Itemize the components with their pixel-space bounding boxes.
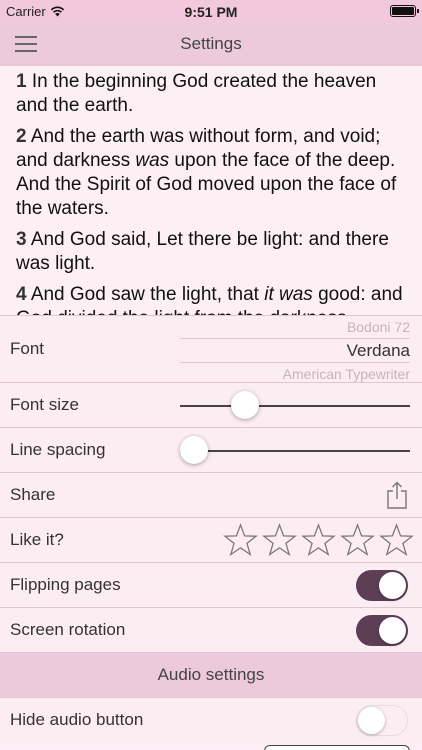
share-icon[interactable] (386, 481, 408, 509)
verse: 4 And God saw the light, that it was goo… (16, 283, 406, 315)
font-label: Font (10, 339, 45, 358)
flipping-pages-label: Flipping pages (10, 575, 121, 594)
font-size-slider[interactable] (180, 391, 410, 419)
font-picker[interactable]: Bodoni 72 Verdana American Typewriter (180, 316, 410, 382)
share-row[interactable]: Share (0, 472, 422, 517)
screen-rotation-label: Screen rotation (10, 620, 126, 639)
like-label: Like it? (10, 530, 64, 549)
font-row: Font Bodoni 72 Verdana American Typewrit… (0, 315, 422, 382)
menu-icon[interactable] (15, 36, 37, 52)
screen-rotation-row: Screen rotation (0, 607, 422, 652)
like-row: Like it? (0, 517, 422, 562)
line-spacing-label: Line spacing (10, 440, 106, 459)
verse-number: 2 (16, 126, 27, 147)
font-option-selected[interactable]: Verdana (180, 338, 410, 363)
verse-text: In the beginning God created the heaven … (16, 71, 377, 116)
verse-italic-text: it was (264, 284, 313, 305)
verse-number: 1 (16, 71, 27, 92)
status-bar: Carrier 9:51 PM (0, 0, 422, 22)
font-size-row: Font size (0, 382, 422, 427)
status-time: 9:51 PM (184, 4, 238, 20)
line-spacing-row: Line spacing (0, 427, 422, 472)
settings-list: Font Bodoni 72 Verdana American Typewrit… (0, 315, 422, 742)
battery-icon (390, 5, 419, 17)
next-control-edge[interactable] (264, 745, 410, 750)
hide-audio-toggle[interactable] (356, 705, 408, 736)
font-option-prev[interactable]: Bodoni 72 (347, 319, 410, 335)
share-label: Share (10, 485, 56, 504)
line-spacing-slider-knob[interactable] (180, 436, 208, 464)
verse: 2 And the earth was without form, and vo… (16, 125, 406, 221)
hide-audio-row: Hide audio button (0, 697, 422, 742)
flipping-pages-row: Flipping pages (0, 562, 422, 607)
hide-audio-label: Hide audio button (10, 710, 144, 729)
screen-rotation-toggle[interactable] (356, 615, 408, 646)
verse-italic-text: was (135, 150, 170, 171)
audio-settings-header: Audio settings (0, 652, 422, 697)
verse-number: 3 (16, 229, 27, 250)
font-option-next[interactable]: American Typewriter (283, 366, 410, 382)
scripture-preview: 1 In the beginning God created the heave… (0, 66, 422, 315)
verse: 3 And God said, Let there be light: and … (16, 228, 406, 276)
font-size-label: Font size (10, 395, 79, 414)
star-icon[interactable] (379, 523, 414, 558)
star-rating[interactable] (223, 523, 414, 558)
verse: 1 In the beginning God created the heave… (16, 70, 406, 118)
verse-text: And God saw the light, that (30, 284, 265, 305)
star-icon[interactable] (262, 523, 297, 558)
verse-text: And God said, Let there be light: and th… (16, 229, 389, 274)
star-icon[interactable] (340, 523, 375, 558)
flipping-pages-toggle[interactable] (356, 570, 408, 601)
font-size-slider-knob[interactable] (230, 391, 259, 419)
star-icon[interactable] (223, 523, 258, 558)
nav-bar: Settings (0, 22, 422, 66)
star-icon[interactable] (301, 523, 336, 558)
line-spacing-slider[interactable] (180, 436, 410, 464)
page-title: Settings (180, 34, 242, 53)
verse-number: 4 (16, 284, 27, 305)
